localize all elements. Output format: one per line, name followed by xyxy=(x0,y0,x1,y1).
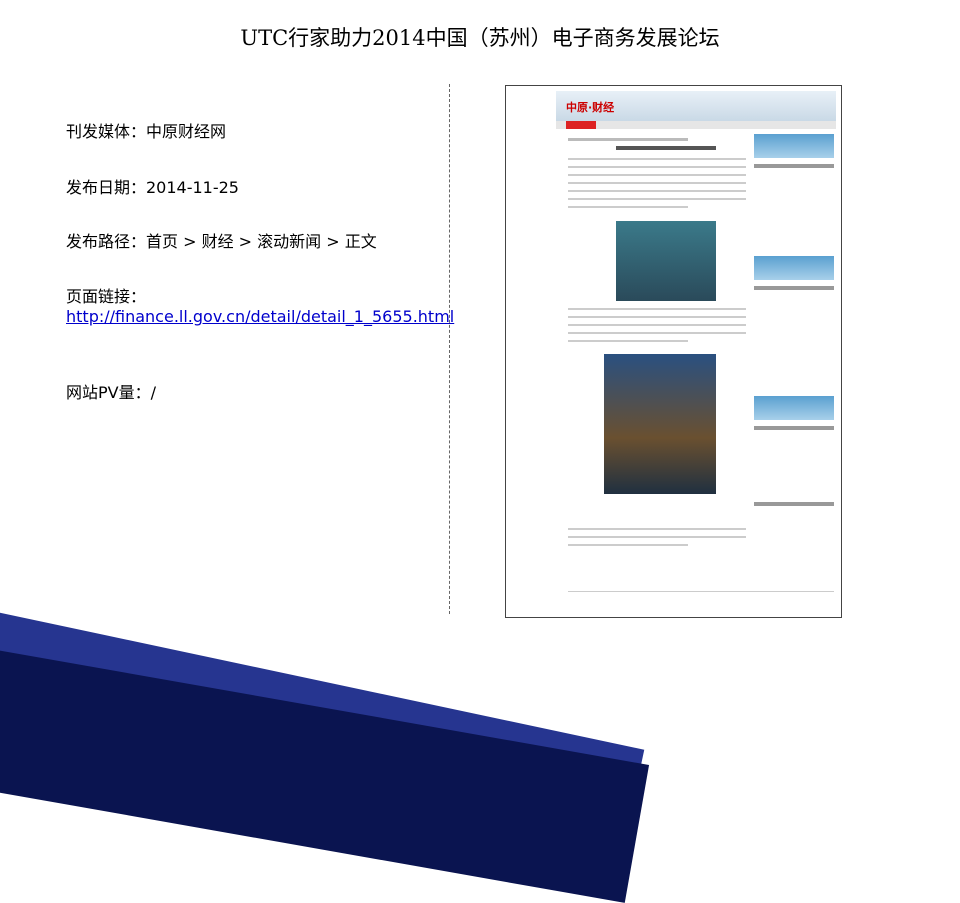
article-photo xyxy=(616,221,716,301)
text-line xyxy=(568,308,746,310)
breadcrumb xyxy=(568,138,688,141)
article-link[interactable]: http://finance.ll.gov.cn/detail/detail_1… xyxy=(66,307,454,327)
text-line xyxy=(568,206,688,208)
sidebar-heading xyxy=(754,164,834,168)
article-title xyxy=(616,146,716,150)
text-line xyxy=(568,536,746,538)
text-line xyxy=(568,174,746,176)
path-line: 发布路径：首页 > 财经 > 滚动新闻 > 正文 xyxy=(66,232,377,251)
text-line xyxy=(568,198,746,200)
text-line xyxy=(568,544,688,546)
nav-current-tab xyxy=(566,121,596,129)
text-line xyxy=(568,182,746,184)
site-footer xyxy=(568,591,834,612)
webpage-screenshot: 中原·财经 xyxy=(505,85,842,618)
article-photo xyxy=(604,354,716,494)
text-line xyxy=(568,190,746,192)
site-nav xyxy=(556,121,836,129)
sidebar-heading xyxy=(754,286,834,290)
text-line xyxy=(568,316,746,318)
text-line xyxy=(568,332,746,334)
text-line xyxy=(568,166,746,168)
sidebar-banner xyxy=(754,256,834,280)
decorative-band-dark xyxy=(0,640,650,903)
pv-line: 网站PV量：/ xyxy=(66,383,156,402)
sidebar-banner xyxy=(754,134,834,158)
text-line xyxy=(568,324,746,326)
sidebar-heading xyxy=(754,426,834,430)
text-line xyxy=(568,528,746,530)
text-line xyxy=(568,340,688,342)
site-header: 中原·财经 xyxy=(556,91,836,121)
text-line xyxy=(568,158,746,160)
site-logo: 中原·财经 xyxy=(566,101,615,114)
divider xyxy=(449,84,450,614)
link-block: 页面链接： http://finance.ll.gov.cn/detail/de… xyxy=(66,287,454,327)
sidebar-heading xyxy=(754,502,834,506)
link-label: 页面链接： xyxy=(66,287,147,306)
date-line: 发布日期：2014-11-25 xyxy=(66,178,239,197)
sidebar xyxy=(754,134,834,584)
media-line: 刊发媒体：中原财经网 xyxy=(66,122,227,141)
sidebar-banner xyxy=(754,396,834,420)
page-title: UTC行家助力2014中国（苏州）电子商务发展论坛 xyxy=(240,26,720,50)
